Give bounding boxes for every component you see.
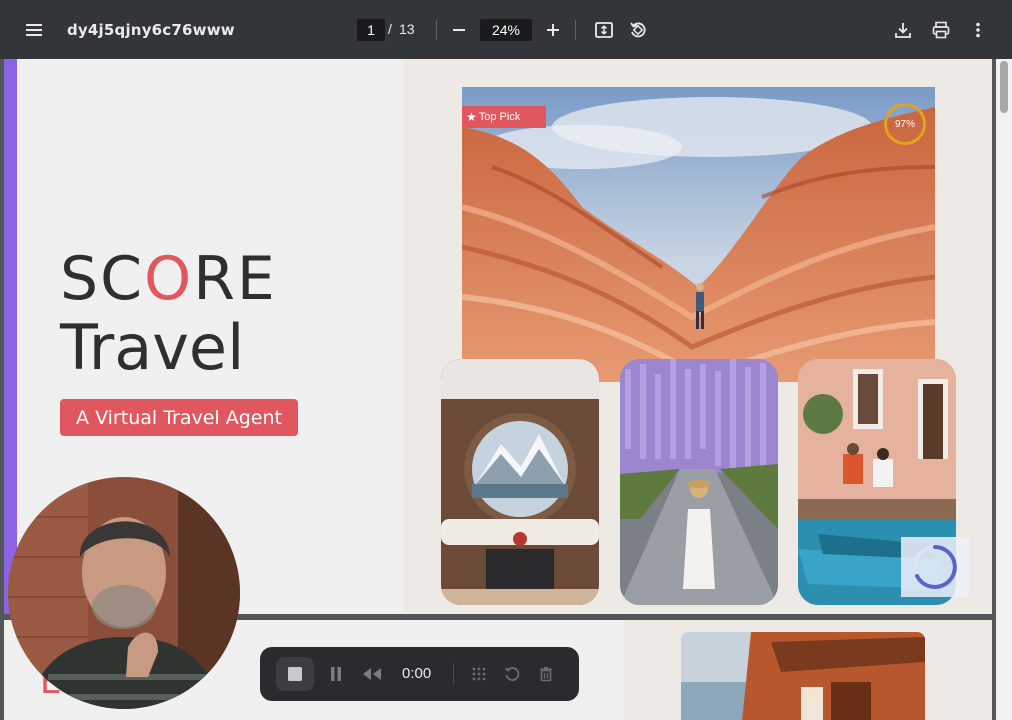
top-pick-label: Top Pick	[478, 111, 521, 123]
rotate-button[interactable]	[622, 14, 654, 46]
download-icon	[895, 23, 911, 38]
print-button[interactable]	[925, 14, 957, 46]
zoom-out-button[interactable]	[443, 14, 475, 46]
restart-icon	[504, 667, 520, 681]
brand-title-prefix: SC	[60, 244, 144, 314]
pause-button[interactable]	[325, 663, 347, 685]
stop-recording-button[interactable]	[276, 657, 314, 691]
zoom-input[interactable]: 24%	[480, 19, 532, 41]
brand-subtitle: Travel	[60, 311, 245, 384]
stop-icon	[288, 667, 302, 681]
pdf-toolbar: dy4j5qjny6c76www 1 / 13 24%	[0, 0, 1012, 59]
page-separator: /	[388, 21, 392, 37]
rotate-icon	[630, 22, 646, 38]
spinner-icon	[913, 545, 957, 589]
vertical-scrollbar[interactable]	[996, 59, 1012, 720]
top-pick-badge: ★ Top Pick	[462, 106, 546, 128]
toolbar-divider	[575, 20, 576, 40]
pause-icon	[331, 667, 341, 681]
delete-recording-button[interactable]	[535, 663, 557, 685]
recording-timer: 0:00	[402, 665, 432, 682]
star-icon: ★	[466, 110, 477, 124]
scrollbar-thumb[interactable]	[1000, 61, 1008, 113]
webcam-preview[interactable]	[8, 477, 240, 709]
plus-icon	[547, 24, 559, 36]
page-total: 13	[399, 21, 415, 37]
recorder-divider	[453, 663, 454, 685]
restart-button[interactable]	[501, 663, 523, 685]
download-button[interactable]	[887, 14, 919, 46]
sidebar-accent	[4, 59, 17, 614]
brand-title-o: O	[143, 244, 194, 314]
fit-to-page-button[interactable]	[588, 14, 620, 46]
toolbar-divider	[436, 20, 437, 40]
minus-icon	[453, 29, 465, 31]
tagline-pill: A Virtual Travel Agent	[60, 399, 298, 436]
photo-card-interior	[441, 359, 599, 605]
page-number-input[interactable]: 1	[357, 19, 385, 41]
fit-page-icon	[595, 22, 613, 38]
more-options-button[interactable]	[962, 14, 994, 46]
menu-icon	[26, 24, 42, 36]
document-title: dy4j5qjny6c76www	[67, 21, 235, 39]
print-icon	[932, 21, 950, 39]
brand-title-suffix: RE	[193, 244, 277, 314]
rewind-icon	[363, 668, 381, 680]
page2-photo	[681, 632, 925, 720]
grid-dots-icon	[472, 667, 486, 681]
more-vert-icon	[976, 22, 980, 38]
recording-controls: 0:00	[260, 647, 579, 701]
score-ring: 97%	[884, 103, 926, 145]
zoom-in-button[interactable]	[537, 14, 569, 46]
rewind-button[interactable]	[361, 663, 383, 685]
drag-handle[interactable]	[468, 663, 490, 685]
brand-title: SCORE	[60, 249, 277, 309]
menu-button[interactable]	[18, 14, 50, 46]
trash-icon	[540, 667, 552, 682]
loading-spinner	[901, 537, 969, 597]
photo-card-wisteria	[620, 359, 778, 605]
canyon-photo	[462, 87, 935, 382]
